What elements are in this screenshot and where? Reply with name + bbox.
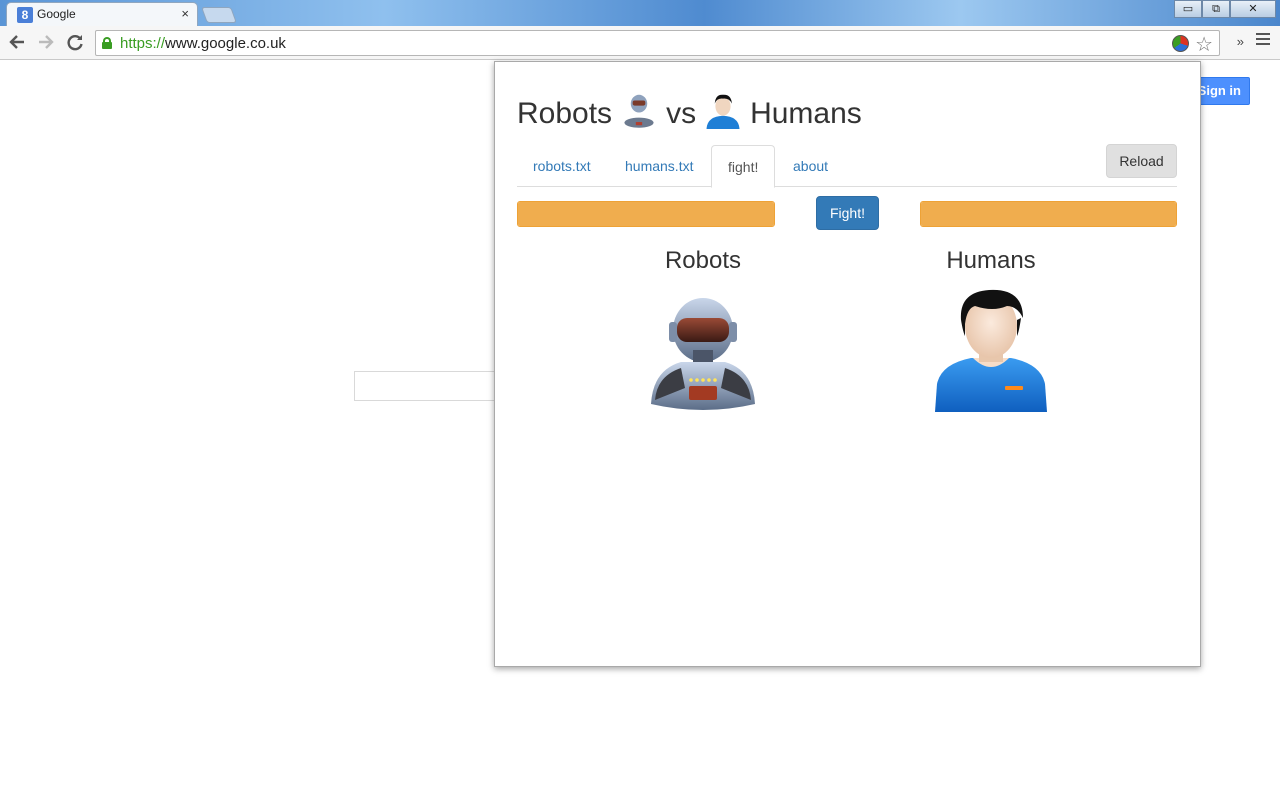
title-humans: Humans <box>750 97 862 130</box>
robots-label: Robots <box>664 247 742 274</box>
tab-fight[interactable]: fight! <box>711 145 776 188</box>
minimize-button[interactable]: ▭ <box>1174 0 1202 18</box>
human-icon <box>931 284 1051 419</box>
new-tab-button[interactable] <box>201 7 237 23</box>
google-search-input[interactable] <box>354 371 514 401</box>
reload-icon[interactable] <box>64 32 86 54</box>
robots-health-bar <box>517 201 775 227</box>
close-window-button[interactable]: ✕ <box>1230 0 1276 18</box>
extension-icon[interactable] <box>1172 35 1189 52</box>
forward-arrow-icon[interactable] <box>35 32 57 54</box>
extension-popup: Robots vs Humans robots.txt humans.txt f… <box>494 61 1201 667</box>
restore-button[interactable]: ⧉ <box>1202 0 1230 18</box>
humans-health-fill <box>921 202 1176 226</box>
url-text: https://www.google.co.uk <box>120 35 286 52</box>
humans-health-bar <box>920 201 1177 227</box>
human-mini-icon <box>704 91 742 137</box>
robot-icon <box>641 292 765 421</box>
tab-title: Google <box>37 7 76 21</box>
tab-robots-txt[interactable]: robots.txt <box>517 145 607 187</box>
lock-icon <box>102 37 112 49</box>
browser-tab[interactable]: 8 Google × <box>6 2 198 26</box>
title-vs: vs <box>666 97 697 130</box>
browser-toolbar: https://www.google.co.uk ☆ » <box>0 26 1280 60</box>
fight-button[interactable]: Fight! <box>816 196 879 230</box>
window-controls: ▭ ⧉ ✕ <box>1174 0 1276 18</box>
popup-title: Robots vs Humans <box>517 94 862 134</box>
reload-button[interactable]: Reload <box>1106 144 1177 178</box>
star-icon[interactable]: ☆ <box>1195 32 1213 57</box>
title-bar: 8 Google × ▭ ⧉ ✕ <box>0 0 1280 26</box>
google-favicon-icon: 8 <box>17 7 33 23</box>
tab-humans-txt[interactable]: humans.txt <box>609 145 709 187</box>
title-robots: Robots <box>517 97 613 130</box>
robots-health-fill <box>518 202 774 226</box>
back-arrow-icon[interactable] <box>6 32 28 54</box>
humans-label: Humans <box>946 247 1036 274</box>
tab-about[interactable]: about <box>777 145 844 187</box>
address-bar[interactable]: https://www.google.co.uk ☆ <box>95 30 1220 56</box>
popup-tabs: robots.txt humans.txt fight! about <box>517 145 1177 188</box>
robot-mini-icon <box>620 91 658 137</box>
tab-close-icon[interactable]: × <box>181 6 189 21</box>
overflow-chevron-icon[interactable]: » <box>1237 34 1244 49</box>
menu-icon[interactable] <box>1256 33 1270 47</box>
